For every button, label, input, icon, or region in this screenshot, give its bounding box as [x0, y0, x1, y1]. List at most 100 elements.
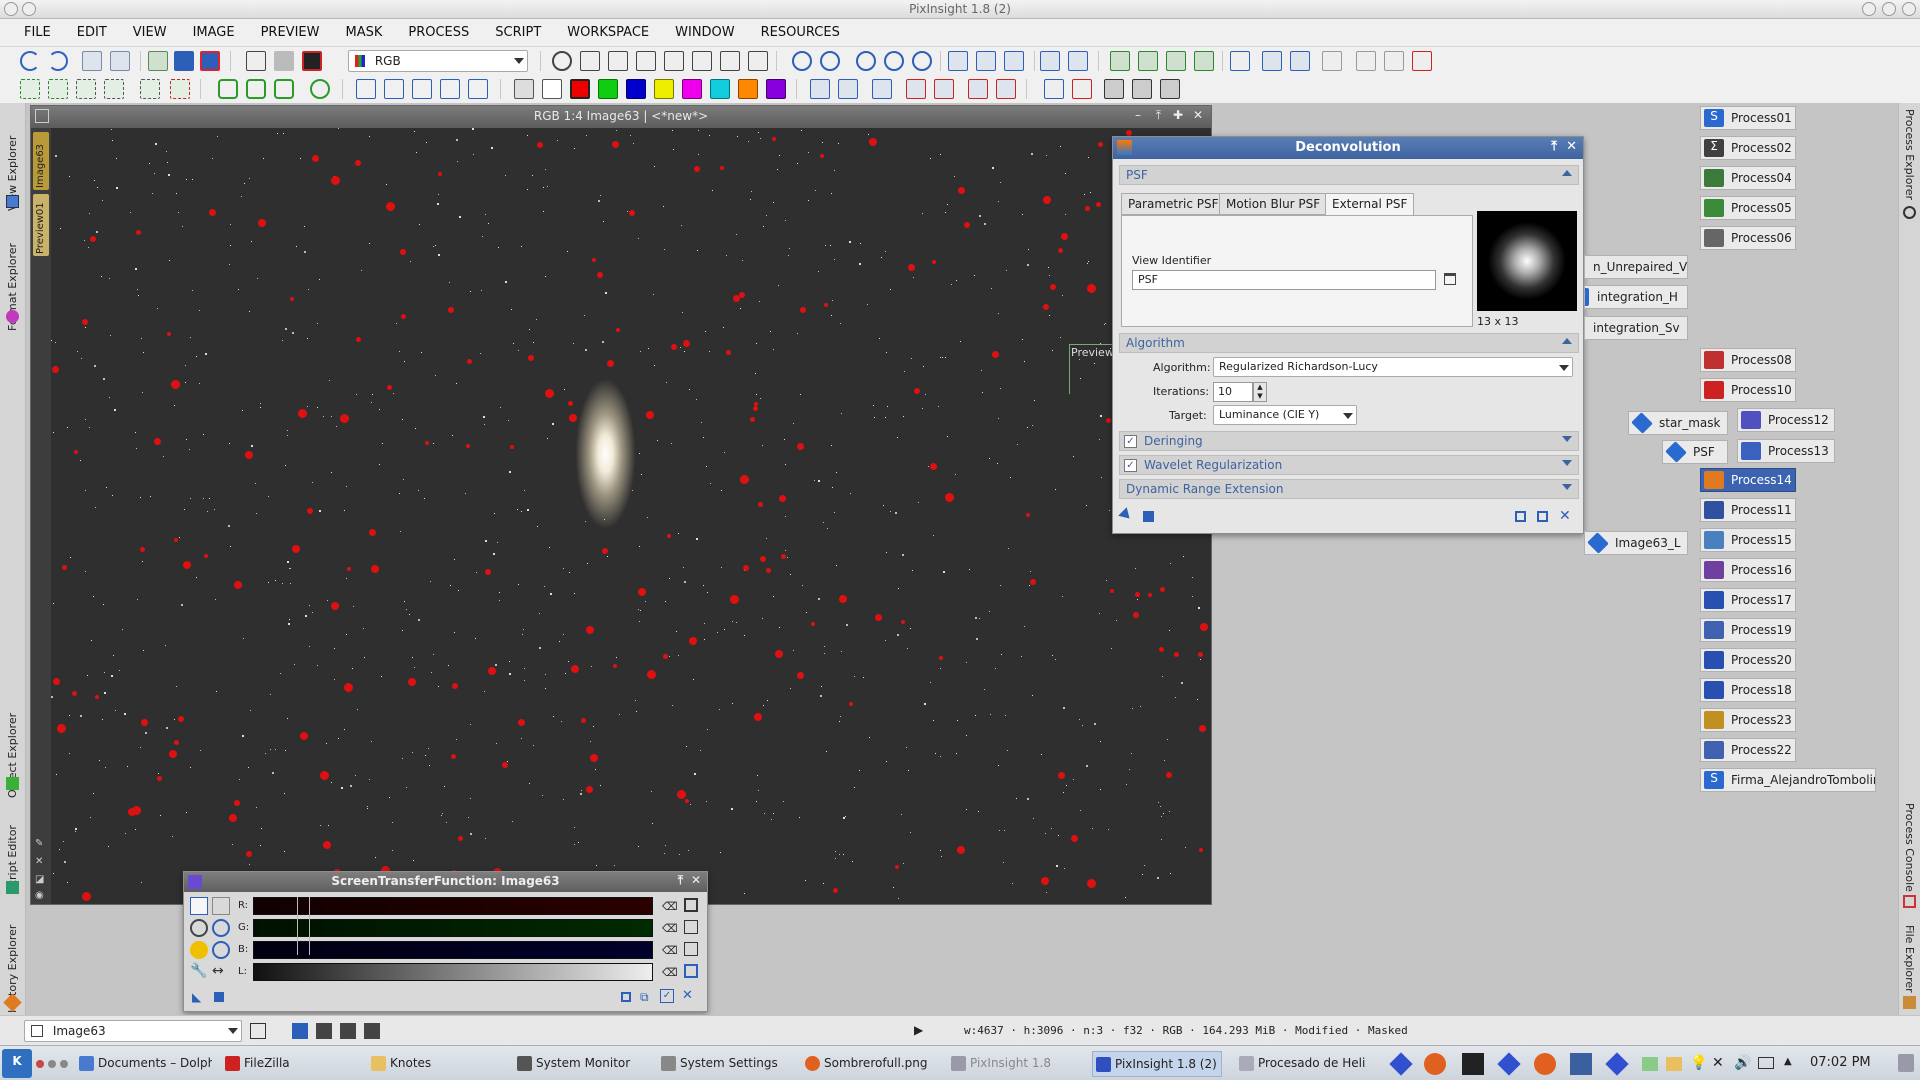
menu-image[interactable]: IMAGE — [193, 25, 235, 40]
link-channels-icon[interactable] — [190, 897, 208, 915]
process-3-icon[interactable] — [1166, 51, 1186, 71]
view-selector[interactable]: Image63 — [24, 1020, 242, 1042]
process-icon-star-mask[interactable]: star_mask — [1628, 411, 1728, 435]
monitor-icon[interactable] — [684, 964, 698, 978]
launcher-2-icon[interactable] — [1497, 1052, 1521, 1076]
rotate-1-icon[interactable] — [356, 79, 376, 99]
process-2-icon[interactable] — [1138, 51, 1158, 71]
process-icon-process01[interactable]: S Process01 — [1700, 106, 1796, 130]
process-icon-process06[interactable]: Process06 — [1700, 226, 1796, 250]
process-icon-process05[interactable]: Process05 — [1700, 196, 1796, 220]
zoom-in-stf-icon[interactable] — [190, 919, 208, 937]
channel-violet-icon[interactable] — [766, 79, 786, 99]
preview-new-icon[interactable] — [218, 79, 238, 99]
process-icon-process14[interactable]: Process14 — [1700, 468, 1796, 492]
stf-6-icon[interactable] — [968, 79, 988, 99]
deconvolution-titlebar[interactable]: Deconvolution ⤒ ✕ — [1113, 137, 1583, 159]
pointer-icon[interactable] — [748, 51, 768, 71]
task-pixinsight-2[interactable]: PixInsight 1.8 (2) — [1092, 1051, 1222, 1077]
preview-2-icon[interactable] — [246, 79, 266, 99]
layout-1-icon[interactable] — [1040, 51, 1060, 71]
mask-2-icon[interactable] — [48, 79, 68, 99]
firefox-icon[interactable] — [1424, 1053, 1446, 1075]
task-procesado[interactable]: Procesado de Helix — [1236, 1051, 1366, 1077]
browse-docs-icon[interactable] — [1537, 511, 1548, 522]
image-canvas[interactable]: Preview01 — [51, 128, 1211, 904]
process-icon-process13[interactable]: Process13 — [1737, 439, 1835, 463]
redo-icon[interactable] — [48, 51, 68, 71]
launcher-4-icon[interactable] — [1605, 1052, 1629, 1076]
target-select[interactable]: Luminance (CIE Y) — [1213, 405, 1357, 425]
preview-4-icon[interactable] — [310, 79, 330, 99]
explorer-5-icon[interactable] — [1356, 51, 1376, 71]
explorer-3-icon[interactable] — [1290, 51, 1310, 71]
menu-edit[interactable]: EDIT — [77, 25, 107, 40]
tab-motion-blur-psf[interactable]: Motion Blur PSF — [1219, 193, 1328, 215]
firefox-2-icon[interactable] — [1534, 1053, 1556, 1075]
channel-blue-icon[interactable] — [626, 79, 646, 99]
algorithm-section-header[interactable]: Algorithm — [1119, 333, 1579, 353]
activity-dot-1[interactable] — [36, 1060, 44, 1068]
settings-b-icon[interactable] — [684, 942, 698, 956]
stf-docs-icon[interactable]: ⧉ — [640, 990, 649, 1005]
red-channel-slider[interactable] — [253, 897, 653, 915]
process-explorer-tab[interactable]: Process Explorer — [1903, 109, 1916, 219]
process-icon-process10[interactable]: Process10 — [1700, 378, 1796, 402]
tab-external-psf[interactable]: External PSF — [1325, 193, 1415, 215]
rotate-2-icon[interactable] — [384, 79, 404, 99]
layout-2-icon[interactable] — [1068, 51, 1088, 71]
iterations-input[interactable]: 10 — [1213, 382, 1253, 402]
task-pixinsight-1[interactable]: PixInsight 1.8 — [948, 1051, 1078, 1077]
process-icon-integration-sv[interactable]: integration_Sv — [1584, 316, 1688, 340]
fit-window-icon[interactable] — [948, 51, 968, 71]
iterations-stepper[interactable]: ▲ ▼ — [1253, 382, 1267, 402]
menu-preview[interactable]: PREVIEW — [261, 25, 320, 40]
zoom-fit-icon[interactable] — [580, 51, 600, 71]
process-1-icon[interactable] — [1110, 51, 1130, 71]
tray-folder-icon[interactable] — [1666, 1057, 1682, 1071]
display-1-icon[interactable] — [292, 1023, 308, 1039]
side-tools-icon[interactable]: ✎ — [35, 838, 43, 849]
display-3-icon[interactable] — [340, 1023, 356, 1039]
tab-parametric-psf[interactable]: Parametric PSF — [1121, 193, 1226, 215]
tray-bulb-icon[interactable]: 💡 — [1690, 1055, 1707, 1071]
menu-process[interactable]: PROCESS — [408, 25, 469, 40]
color-space-select[interactable]: RGB — [348, 50, 528, 72]
algorithm-select[interactable]: Regularized Richardson-Lucy — [1213, 357, 1573, 377]
apply-global-icon[interactable] — [1143, 511, 1154, 522]
new-instance-stf-icon[interactable]: ◣ — [192, 990, 201, 1004]
new-image-icon[interactable] — [110, 51, 130, 71]
process-icon-process12[interactable]: Process12 — [1737, 408, 1835, 432]
menu-view[interactable]: VIEW — [133, 25, 167, 40]
start-menu-icon[interactable]: K — [2, 1049, 32, 1078]
zoom-optimal-icon[interactable] — [912, 51, 932, 71]
wavelet-checkbox[interactable]: ✓ — [1124, 459, 1137, 472]
process-icon-integration-h[interactable]: integration_H — [1584, 285, 1688, 309]
zoom-out-stf-icon[interactable] — [212, 941, 230, 959]
task-dolphin[interactable]: Documents – Dolph — [76, 1051, 212, 1077]
menu-file[interactable]: FILE — [24, 25, 51, 40]
channel-red-icon[interactable] — [570, 79, 590, 99]
stf-shade-icon[interactable]: ⤒ — [678, 873, 683, 888]
settings-g-icon[interactable] — [684, 920, 698, 934]
image-maximize-icon[interactable]: ✚ — [1173, 108, 1183, 122]
launcher-1-icon[interactable] — [1389, 1052, 1413, 1076]
network-icon[interactable] — [1758, 1057, 1774, 1069]
shadows-marker[interactable] — [297, 897, 298, 955]
zoom-in-2-icon[interactable] — [212, 919, 230, 937]
wrench-icon[interactable]: 🔧 — [190, 963, 208, 981]
readout-icon[interactable] — [552, 51, 572, 71]
fit-view-2-icon[interactable] — [976, 51, 996, 71]
view-5-icon[interactable] — [1160, 79, 1180, 99]
zoom-out-icon[interactable] — [820, 51, 840, 71]
save-as-icon[interactable] — [200, 51, 220, 71]
luminance-channel-slider[interactable] — [253, 963, 653, 981]
process-icon-process16[interactable]: Process16 — [1700, 558, 1796, 582]
dialog-close-icon[interactable]: ✕ — [1566, 139, 1577, 154]
process-icon-unrepaired[interactable]: n_Unrepaired_V — [1584, 255, 1688, 279]
new-instance-icon[interactable] — [1118, 507, 1134, 523]
midtones-marker[interactable] — [309, 897, 310, 955]
preview-icon[interactable] — [692, 51, 712, 71]
channel-green-icon[interactable] — [598, 79, 618, 99]
menu-script[interactable]: SCRIPT — [495, 25, 541, 40]
